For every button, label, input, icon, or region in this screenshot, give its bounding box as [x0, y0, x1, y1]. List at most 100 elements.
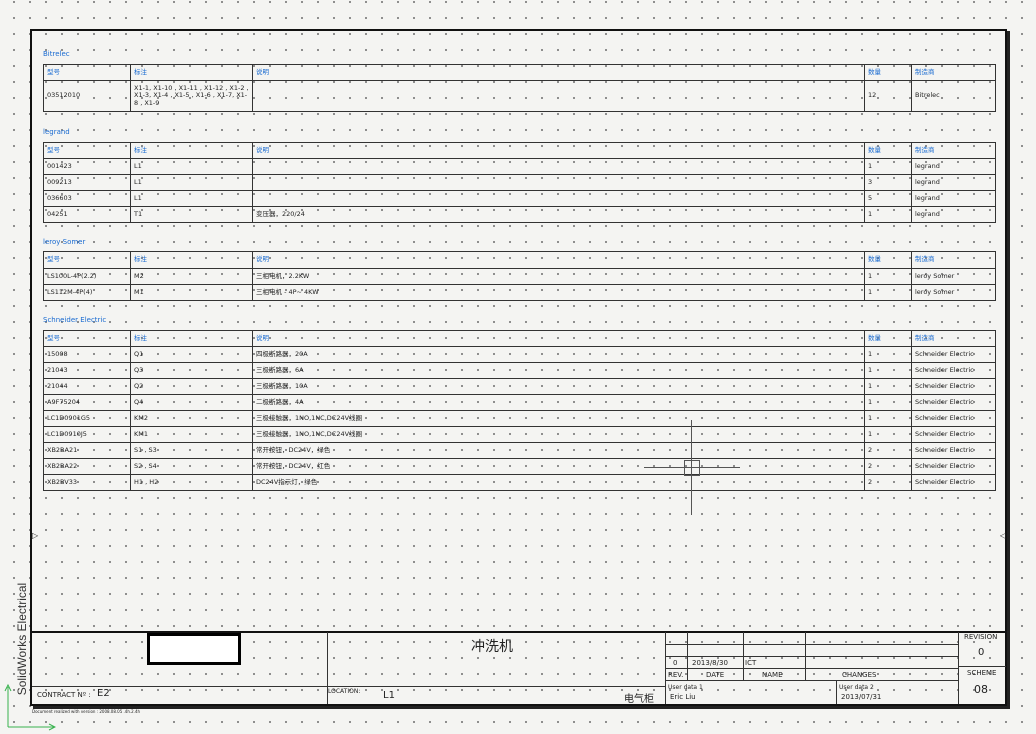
table-cell-qty: 2: [864, 443, 911, 458]
scheme-value: 08: [974, 683, 988, 696]
table-row[interactable]: LC1D0901G5 KM2 三极接触器，1NO,1NC,DC24V线圈 1 Schne…: [44, 410, 995, 426]
left-marker-icon: ▷: [32, 531, 39, 540]
table-cell-maker: Bitrelec: [911, 81, 997, 111]
table-cell-maker: Schneider Electric: [911, 459, 997, 474]
table-cell-mark: L1: [130, 175, 252, 190]
column-header: 标注: [130, 143, 252, 158]
header-rev: REV.: [668, 671, 684, 679]
table-cell-ref: XB2BV33: [47, 477, 78, 486]
table-row[interactable]: LS112M-4P(4) M1 三相电机 - 4P~ 4KW 1 leroy Somer: [44, 284, 995, 300]
column-header: 制造商: [911, 143, 997, 158]
table-cell-maker: legrand: [911, 207, 997, 222]
table-cell-ref: 009213: [47, 177, 72, 186]
table-header-row: 型号 标注 说明 数量 制造商: [44, 331, 995, 346]
table-cell-maker: Schneider Electric: [911, 475, 997, 490]
table-cell-mark: Q4: [130, 395, 252, 410]
table-cell-mark: M1: [130, 285, 252, 300]
cabinet-label: 电气柜: [624, 694, 654, 705]
table-cell-maker: leroy Somer: [911, 269, 997, 284]
right-marker-icon: ◁: [1000, 531, 1007, 540]
table-cell-ref: LC1D0901G5: [47, 413, 91, 422]
bom-table: 型号 标注 说明 数量 制造商 03512010 X1-1, X1-10 , X1-11 ,…: [43, 64, 996, 112]
column-header: 标注: [130, 65, 252, 80]
header-date: DATE: [706, 671, 725, 679]
table-row[interactable]: LC1D0910J5 KM1 三极接触器，1NO,1NC,DC24V线圈 1 Schne…: [44, 426, 995, 442]
table-cell-maker: Schneider Electric: [911, 347, 997, 362]
company-logo-box: [147, 633, 241, 665]
rev-row-name: ICT: [745, 659, 757, 667]
table-row[interactable]: 009213 L1 3 legrand: [44, 174, 995, 190]
table-cell-mark: X1-1, X1-10 , X1-11 , X1-12 , X1-2 , X1-…: [130, 81, 252, 111]
table-cell-qty: 12: [864, 81, 911, 111]
table-cell-maker: Schneider Electric: [911, 427, 997, 442]
table-row[interactable]: 15008 Q1 四极断路器，20A 1 Schneider Electric: [44, 346, 995, 362]
table-cell-maker: legrand: [911, 191, 997, 206]
group-title: Schneider Electric: [43, 316, 107, 324]
table-cell-maker: legrand: [911, 159, 997, 174]
table-row[interactable]: 04251 T1 变压器，220/24 1 legrand: [44, 206, 995, 222]
table-cell-desc: 三相电机 - 4P~ 4KW: [252, 285, 864, 300]
table-row[interactable]: XB2BA22 S2 , S4 常开按钮，DC24V，红色 2 Schneider El…: [44, 458, 995, 474]
column-header: 说明: [252, 252, 864, 268]
table-cell-mark: Q3: [130, 363, 252, 378]
bom-table: 型号 标注 说明 数量 制造商 15008 Q1 四极断路器，20A 1 Schneider El…: [43, 330, 996, 491]
table-cell-maker: Schneider Electric: [911, 379, 997, 394]
table-row[interactable]: 001423 L1 1 legrand: [44, 158, 995, 174]
user-data-1-label: User data 1: [668, 684, 703, 691]
table-cell-qty: 3: [864, 175, 911, 190]
table-cell-qty: 1: [864, 427, 911, 442]
table-cell-qty: 1: [864, 395, 911, 410]
group-title: legrand: [43, 128, 70, 136]
table-cell-qty: 1: [864, 285, 911, 300]
table-header-row: 型号 标注 说明 数量 制造商: [44, 252, 995, 268]
group-title: leroy Somer: [43, 238, 86, 246]
table-cell-ref: XB2BA21: [47, 445, 78, 454]
user-data-1-value: Eric Liu: [670, 693, 696, 701]
table-row[interactable]: 03512010 X1-1, X1-10 , X1-11 , X1-12 , X1…: [44, 80, 995, 111]
table-cell-desc: [252, 175, 864, 190]
table-cell-mark: L1: [130, 191, 252, 206]
table-cell-qty: 1: [864, 207, 911, 222]
contract-label: CONTRACT Nº :: [37, 691, 91, 699]
column-header: 数量: [864, 331, 911, 346]
contract-value: E2: [97, 688, 110, 699]
tb-divider: [836, 680, 837, 704]
column-header: 制造商: [911, 252, 997, 268]
table-row[interactable]: 21043 Q3 三极断路器，6A 1 Schneider Electric: [44, 362, 995, 378]
table-row[interactable]: XB2BV33 H1 , H2 DC24V指示灯，绿色 2 Schneider Elec…: [44, 474, 995, 490]
table-cell-ref: LS100L-4P(2.2): [47, 271, 97, 280]
table-cell-desc: [252, 81, 864, 111]
table-cell-ref: A9F75204: [47, 397, 80, 406]
column-header: 型号: [47, 333, 60, 342]
bom-table: 型号 标注 说明 数量 制造商 LS100L-4P(2.2) M2 三相电机，2.2KW 1 le…: [43, 251, 996, 301]
table-cell-ref: 001423: [47, 161, 72, 170]
table-cell-ref: 21044: [47, 381, 68, 390]
table-header-row: 型号 标注 说明 数量 制造商: [44, 65, 995, 80]
table-cell-qty: 1: [864, 269, 911, 284]
table-row[interactable]: LS100L-4P(2.2) M2 三相电机，2.2KW 1 leroy Somer: [44, 268, 995, 284]
tb-divider: [665, 668, 958, 669]
table-row[interactable]: A9F75204 Q4 二极断路器，4A 1 Schneider Electric: [44, 394, 995, 410]
tb-divider: [32, 686, 665, 687]
table-cell-ref: 03512010: [47, 91, 81, 100]
table-cell-desc: 三相电机，2.2KW: [252, 269, 864, 284]
frame-shadow-bottom: [33, 706, 1010, 709]
table-row[interactable]: XB2BA21 S1 , S3 常开按钮，DC24V，绿色 2 Schneider El…: [44, 442, 995, 458]
table-row[interactable]: 21044 Q2 三极断路器，10A 1 Schneider Electric: [44, 378, 995, 394]
table-cell-ref: 21043: [47, 365, 68, 374]
crosshair-pickbox: [684, 460, 700, 476]
table-cell-ref: 04251: [47, 209, 68, 218]
table-cell-maker: Schneider Electric: [911, 443, 997, 458]
column-header: 型号: [47, 145, 60, 154]
table-row[interactable]: 036603 L1 5 legrand: [44, 190, 995, 206]
column-header: 数量: [864, 252, 911, 268]
column-header: 说明: [252, 331, 864, 346]
tb-divider: [958, 632, 959, 704]
column-header: 数量: [864, 143, 911, 158]
header-name: NAME: [762, 671, 783, 679]
table-cell-qty: 1: [864, 363, 911, 378]
table-cell-desc: 三极接触器，1NO,1NC,DC24V线圈: [252, 411, 864, 426]
column-header: 型号: [47, 255, 60, 264]
revision-label: REVISION: [964, 633, 998, 641]
table-cell-mark: KM1: [130, 427, 252, 442]
